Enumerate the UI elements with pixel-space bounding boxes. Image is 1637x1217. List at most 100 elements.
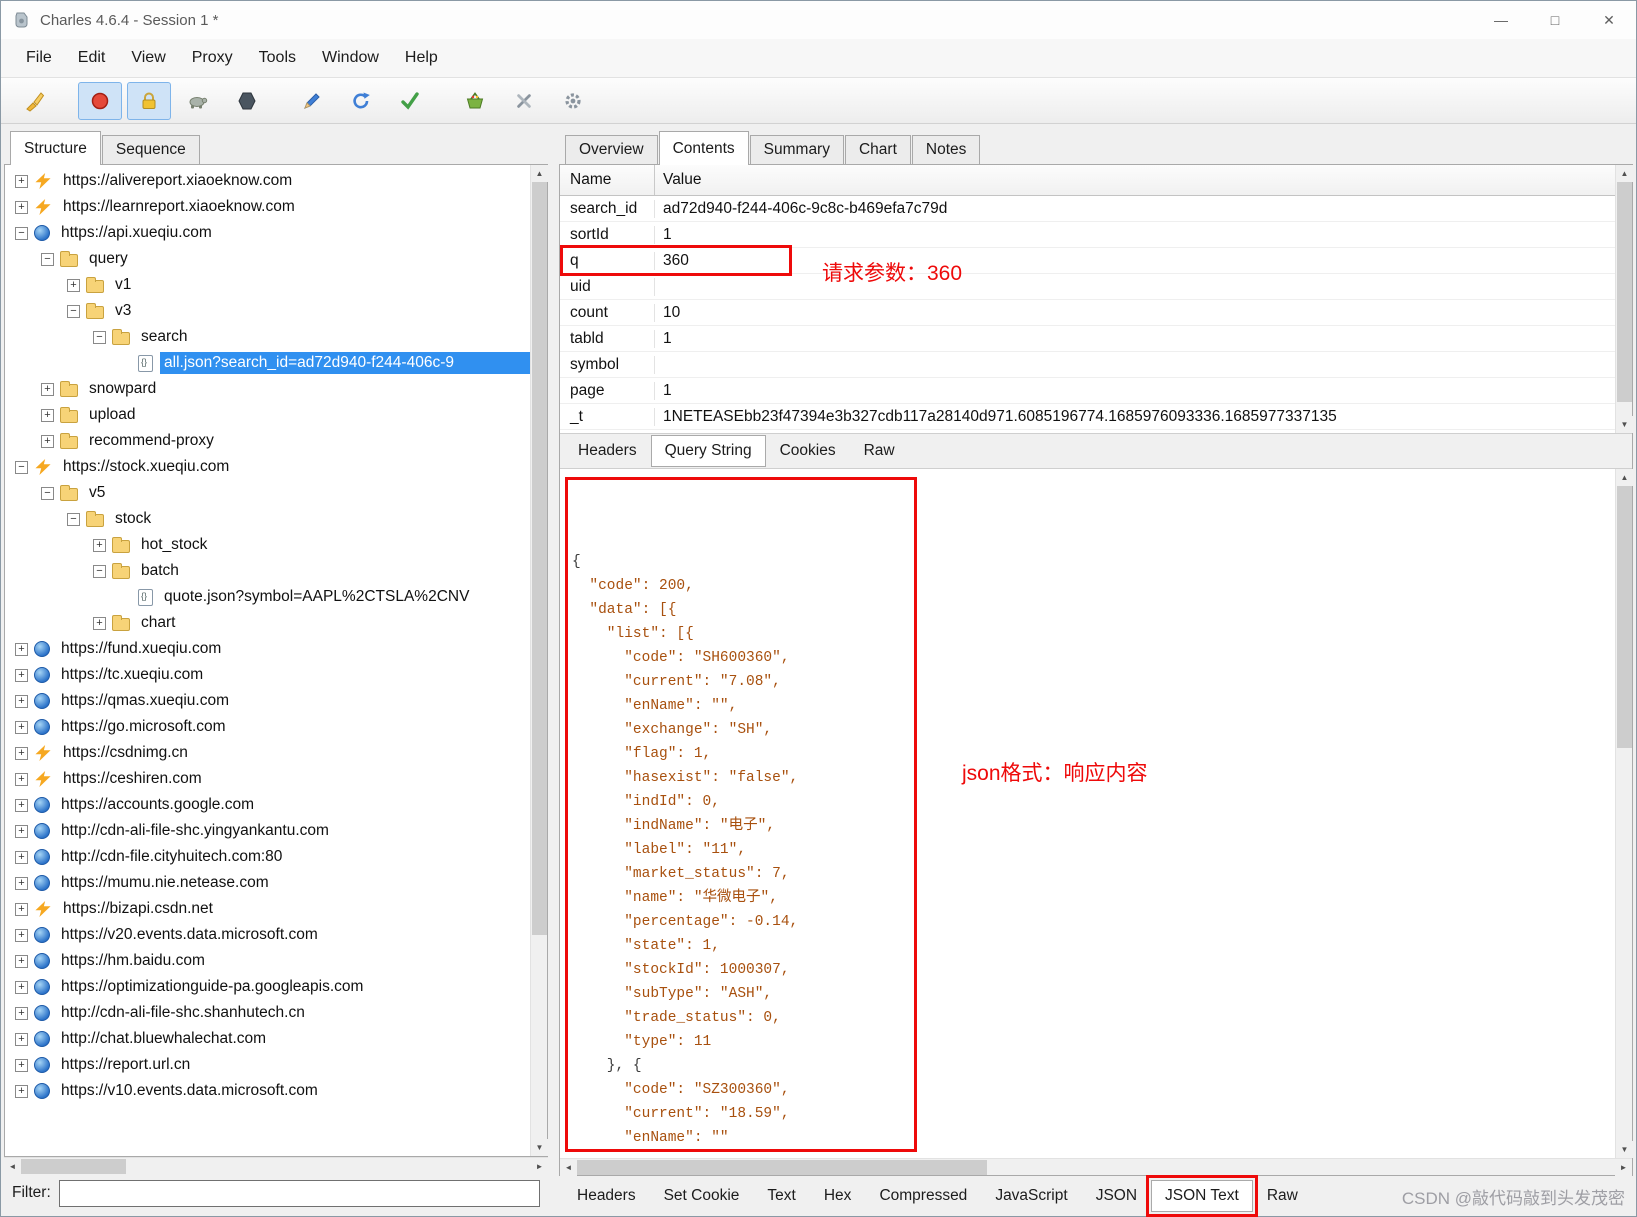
right-panel-tab[interactable]: Chart bbox=[844, 135, 911, 164]
scroll-left-arrow-icon[interactable] bbox=[560, 1159, 577, 1176]
scroll-up-arrow-icon[interactable] bbox=[1616, 165, 1633, 182]
response-vertical-scrollbar[interactable] bbox=[1615, 469, 1633, 1158]
response-subtab[interactable]: Raw bbox=[1253, 1180, 1312, 1212]
scroll-right-arrow-icon[interactable] bbox=[531, 1158, 548, 1175]
response-horizontal-scrollbar[interactable] bbox=[560, 1158, 1632, 1176]
panel-splitter[interactable] bbox=[548, 124, 559, 1216]
compose-pencil-button[interactable] bbox=[290, 82, 334, 120]
left-panel-tab[interactable]: Sequence bbox=[101, 135, 200, 164]
repeat-refresh-button[interactable] bbox=[339, 82, 383, 120]
tree-item[interactable]: v5 bbox=[5, 480, 530, 506]
tree-item[interactable]: https://v10.events.data.microsoft.com bbox=[5, 1078, 530, 1104]
tree-item[interactable]: all.json?search_id=ad72d940-f244-406c-9 bbox=[5, 350, 530, 376]
tree-item[interactable]: https://learnreport.xiaoeknow.com bbox=[5, 194, 530, 220]
tools-wrench-button[interactable] bbox=[502, 82, 546, 120]
tree-expander-icon[interactable] bbox=[15, 824, 28, 838]
publish-basket-button[interactable] bbox=[453, 82, 497, 120]
tree-expander-icon[interactable] bbox=[41, 486, 54, 500]
table-row[interactable]: sortId 1 bbox=[560, 222, 1615, 248]
filter-input[interactable] bbox=[58, 1179, 540, 1207]
tree-item[interactable]: https://optimizationguide-pa.googleapis.… bbox=[5, 974, 530, 1000]
right-panel-tab[interactable]: Contents bbox=[658, 131, 749, 165]
response-subtab[interactable]: JSON bbox=[1082, 1180, 1151, 1212]
tree-expander-icon[interactable] bbox=[41, 382, 54, 396]
tree-item[interactable]: http://cdn-ali-file-shc.yingyankantu.com bbox=[5, 818, 530, 844]
tree-horizontal-scrollbar[interactable] bbox=[4, 1157, 548, 1175]
tree-expander-icon[interactable] bbox=[15, 694, 28, 708]
tree-item[interactable]: hot_stock bbox=[5, 532, 530, 558]
tree-item[interactable]: https://mumu.nie.netease.com bbox=[5, 870, 530, 896]
scroll-up-arrow-icon[interactable] bbox=[531, 165, 548, 182]
request-subtab[interactable]: Raw bbox=[850, 435, 909, 467]
scroll-thumb[interactable] bbox=[21, 1159, 126, 1174]
tree-expander-icon[interactable] bbox=[93, 564, 106, 578]
tree-item[interactable]: https://v20.events.data.microsoft.com bbox=[5, 922, 530, 948]
scroll-left-arrow-icon[interactable] bbox=[4, 1158, 21, 1175]
tree-expander-icon[interactable] bbox=[15, 1032, 28, 1046]
tree-expander-icon[interactable] bbox=[67, 512, 80, 526]
request-subtab[interactable]: Headers bbox=[564, 435, 651, 467]
tree-expander-icon[interactable] bbox=[67, 304, 80, 318]
tree-item[interactable]: http://chat.bluewhalechat.com bbox=[5, 1026, 530, 1052]
table-row[interactable]: page 1 bbox=[560, 378, 1615, 404]
column-header-value[interactable]: Value bbox=[655, 171, 1615, 189]
record-button[interactable] bbox=[78, 81, 122, 120]
tree-expander-icon[interactable] bbox=[15, 850, 28, 864]
tree-expander-icon[interactable] bbox=[15, 226, 28, 240]
scroll-thumb[interactable] bbox=[532, 182, 547, 936]
menu-item[interactable]: Window bbox=[309, 43, 392, 73]
request-subtab[interactable]: Query String bbox=[650, 435, 766, 467]
menu-item[interactable]: Help bbox=[392, 43, 451, 73]
tree-vertical-scrollbar[interactable] bbox=[530, 165, 548, 1156]
tree-item[interactable]: https://go.microsoft.com bbox=[5, 714, 530, 740]
tree-expander-icon[interactable] bbox=[15, 772, 28, 786]
menu-item[interactable]: Tools bbox=[246, 43, 309, 73]
tree-expander-icon[interactable] bbox=[15, 460, 28, 474]
tree-expander-icon[interactable] bbox=[15, 1006, 28, 1020]
menu-item[interactable]: Edit bbox=[65, 43, 119, 73]
tree-item[interactable]: https://ceshiren.com bbox=[5, 766, 530, 792]
tree-item[interactable]: v1 bbox=[5, 272, 530, 298]
breakpoints-hexagon-button[interactable] bbox=[225, 82, 269, 120]
tree-expander-icon[interactable] bbox=[93, 616, 106, 630]
menu-item[interactable]: File bbox=[13, 43, 65, 73]
tree-expander-icon[interactable] bbox=[41, 434, 54, 448]
response-subtab[interactable]: Text bbox=[753, 1180, 809, 1212]
scroll-right-arrow-icon[interactable] bbox=[1615, 1159, 1632, 1176]
settings-gear-button[interactable] bbox=[551, 82, 595, 120]
tree-expander-icon[interactable] bbox=[15, 980, 28, 994]
tree-expander-icon[interactable] bbox=[15, 1058, 28, 1072]
tree-item[interactable]: chart bbox=[5, 610, 530, 636]
tree-expander-icon[interactable] bbox=[67, 278, 80, 292]
response-subtab[interactable]: Set Cookie bbox=[650, 1180, 754, 1212]
tree-expander-icon[interactable] bbox=[41, 252, 54, 266]
tree-expander-icon[interactable] bbox=[93, 538, 106, 552]
tree-item[interactable]: https://fund.xueqiu.com bbox=[5, 636, 530, 662]
right-panel-tab[interactable]: Summary bbox=[749, 135, 844, 164]
column-header-name[interactable]: Name bbox=[560, 165, 655, 195]
scroll-track[interactable] bbox=[987, 1159, 1615, 1175]
tree-item[interactable]: https://bizapi.csdn.net bbox=[5, 896, 530, 922]
maximize-button[interactable]: □ bbox=[1528, 1, 1582, 39]
scroll-track[interactable] bbox=[1616, 748, 1632, 1141]
scroll-thumb[interactable] bbox=[1617, 486, 1632, 748]
scroll-down-arrow-icon[interactable] bbox=[531, 1139, 548, 1156]
scroll-thumb[interactable] bbox=[1617, 182, 1632, 402]
tree-item[interactable]: v3 bbox=[5, 298, 530, 324]
menu-item[interactable]: View bbox=[118, 43, 178, 73]
table-row[interactable]: symbol bbox=[560, 352, 1615, 378]
tree-item[interactable]: https://stock.xueqiu.com bbox=[5, 454, 530, 480]
request-subtab[interactable]: Cookies bbox=[766, 435, 850, 467]
close-button[interactable]: ✕ bbox=[1582, 1, 1636, 39]
table-row[interactable]: _t 1NETEASEbb23f47394e3b327cdb117a28140d… bbox=[560, 404, 1615, 430]
tree-item[interactable]: https://qmas.xueqiu.com bbox=[5, 688, 530, 714]
scroll-up-arrow-icon[interactable] bbox=[1616, 469, 1633, 486]
response-subtab[interactable]: Headers bbox=[563, 1180, 650, 1212]
tree-expander-icon[interactable] bbox=[41, 408, 54, 422]
scroll-track[interactable] bbox=[126, 1158, 531, 1174]
tree-item[interactable]: https://report.url.cn bbox=[5, 1052, 530, 1078]
table-row[interactable]: search_id ad72d940-f244-406c-9c8c-b469ef… bbox=[560, 196, 1615, 222]
tree-expander-icon[interactable] bbox=[15, 928, 28, 942]
tree-item[interactable]: stock bbox=[5, 506, 530, 532]
tree-item[interactable]: https://tc.xueqiu.com bbox=[5, 662, 530, 688]
